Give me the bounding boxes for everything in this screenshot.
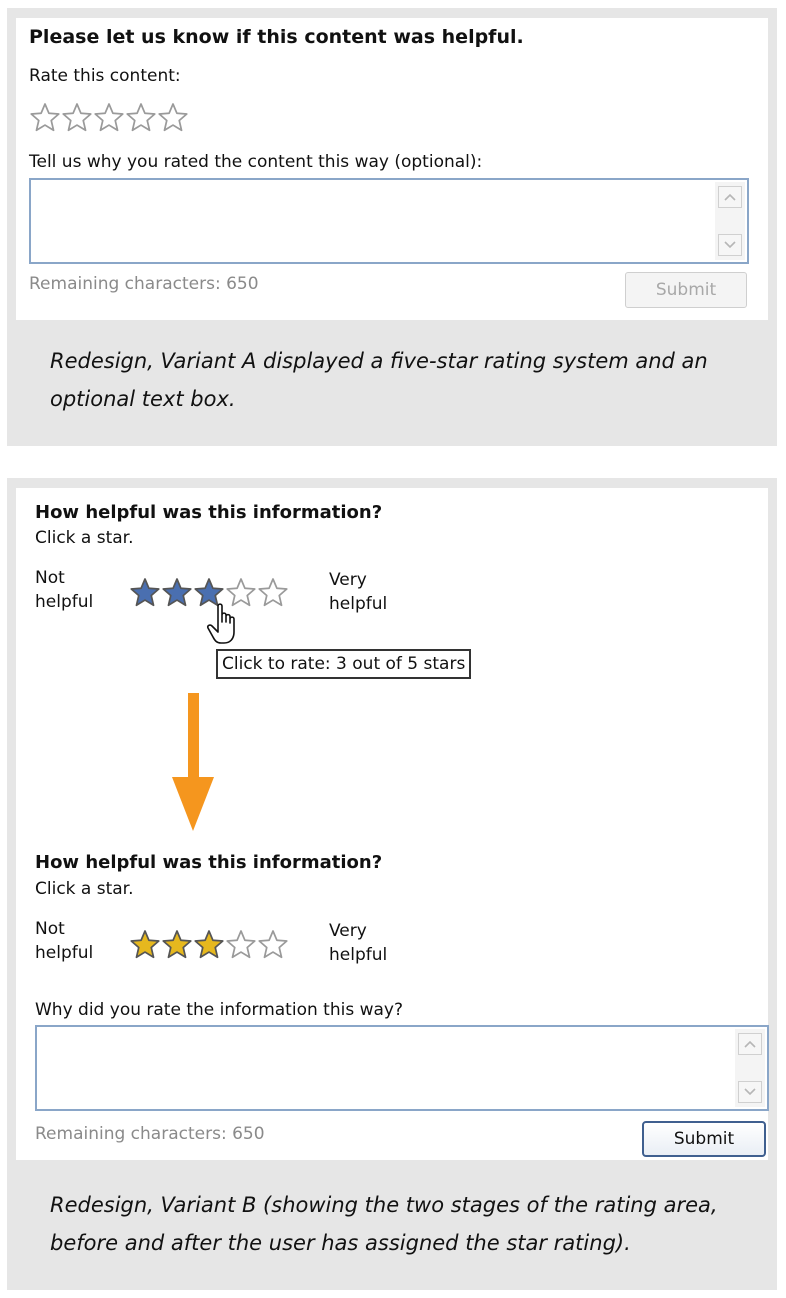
stage1-high-label: Very helpful [329, 568, 387, 616]
variant-a-figure: Please let us know if this content was h… [7, 8, 777, 446]
submit-button-disabled[interactable]: Submit [625, 272, 747, 308]
hand-cursor-icon [206, 602, 246, 650]
stage2-remaining-characters: Remaining characters: 650 [35, 1124, 265, 1144]
scroll-down-icon[interactable] [738, 1081, 762, 1103]
star-rating-a[interactable] [29, 102, 189, 134]
high-label-line2: helpful [329, 594, 388, 614]
low-label-line2: helpful [35, 943, 94, 963]
scroll-up-icon[interactable] [738, 1033, 762, 1055]
scroll-up-icon[interactable] [718, 186, 742, 208]
comment-label: Tell us why you rated the content this w… [29, 152, 483, 172]
star-icon[interactable] [257, 929, 289, 961]
rating-tooltip: Click to rate: 3 out of 5 stars [216, 649, 472, 679]
star-icon[interactable] [29, 102, 61, 134]
stage2-low-label: Not helpful [35, 917, 93, 965]
stage1-instruction: Click a star. [35, 528, 134, 548]
variant-b-rating-widget: How helpful was this information? Click … [16, 488, 769, 1160]
stage2-comment-label: Why did you rate the information this wa… [35, 1000, 403, 1020]
stage1-question: How helpful was this information? [35, 502, 383, 523]
low-label-line1: Not [35, 919, 65, 939]
star-icon[interactable] [193, 929, 225, 961]
star-icon[interactable] [129, 577, 161, 609]
low-label-line2: helpful [35, 592, 94, 612]
star-icon[interactable] [225, 929, 257, 961]
remaining-characters: Remaining characters: 650 [29, 274, 259, 294]
star-icon[interactable] [93, 102, 125, 134]
star-icon[interactable] [157, 102, 189, 134]
star-icon[interactable] [257, 577, 289, 609]
star-rating-stage2[interactable] [129, 929, 289, 961]
comment-textarea[interactable] [29, 178, 749, 264]
star-icon[interactable] [125, 102, 157, 134]
variant-a-caption: Redesign, Variant A displayed a five-sta… [50, 349, 708, 411]
star-icon[interactable] [161, 929, 193, 961]
stage2-question: How helpful was this information? [35, 852, 383, 873]
feedback-heading: Please let us know if this content was h… [29, 26, 524, 48]
rate-label: Rate this content: [29, 66, 181, 86]
high-label-line1: Very [329, 921, 367, 941]
comment-scrollbar[interactable] [715, 182, 745, 260]
high-label-line1: Very [329, 570, 367, 590]
variant-a-rating-widget: Please let us know if this content was h… [16, 18, 768, 320]
down-arrow-icon [172, 693, 214, 837]
star-icon[interactable] [161, 577, 193, 609]
star-icon[interactable] [129, 929, 161, 961]
variant-b-figure: How helpful was this information? Click … [7, 478, 777, 1290]
variant-b-caption: Redesign, Variant B (showing the two sta… [50, 1193, 718, 1255]
scroll-down-icon[interactable] [718, 234, 742, 256]
stage1-low-label: Not helpful [35, 566, 93, 614]
stage2-comment-textarea[interactable] [35, 1025, 769, 1111]
star-icon[interactable] [61, 102, 93, 134]
submit-button[interactable]: Submit [642, 1121, 766, 1157]
stage2-instruction: Click a star. [35, 879, 134, 899]
high-label-line2: helpful [329, 945, 388, 965]
stage2-comment-scrollbar[interactable] [735, 1029, 765, 1107]
stage2-high-label: Very helpful [329, 919, 387, 967]
low-label-line1: Not [35, 568, 65, 588]
